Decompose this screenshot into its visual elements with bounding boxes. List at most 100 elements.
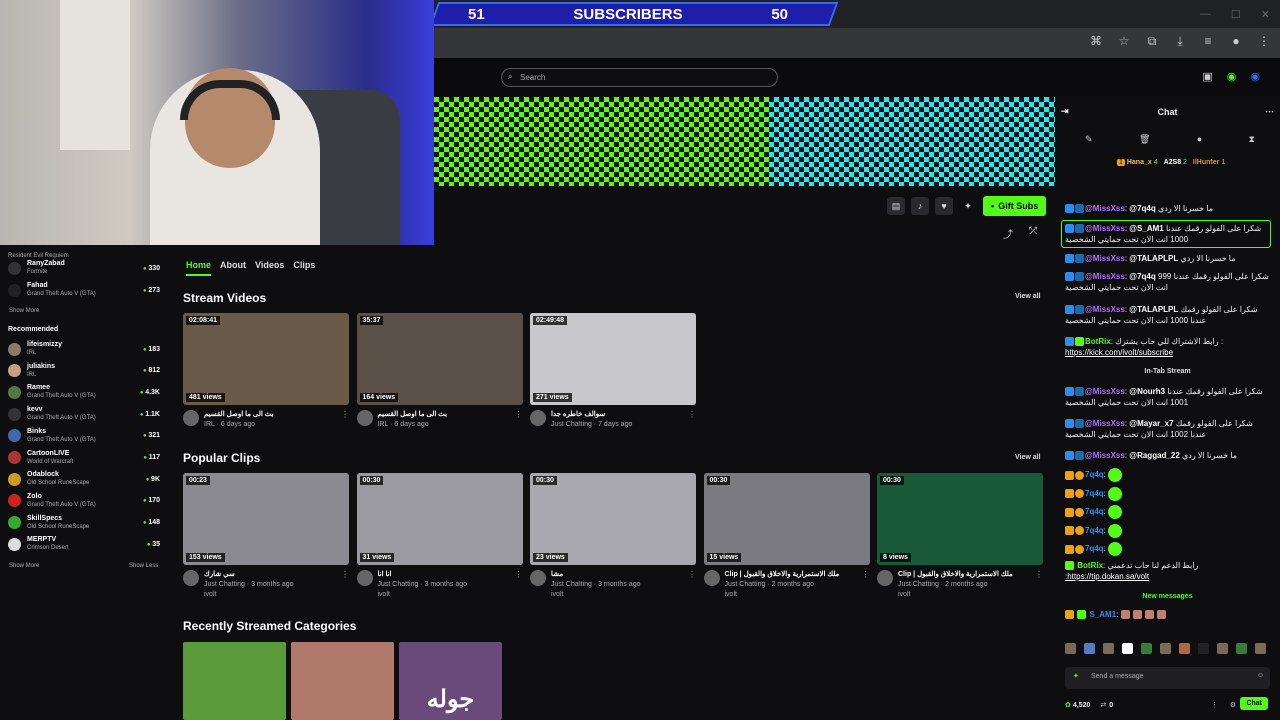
- video-thumbnail[interactable]: 02:08:41 481 views: [183, 313, 349, 405]
- chat-mention[interactable]: @Nourh3: [1129, 387, 1165, 396]
- emote-icon[interactable]: [1084, 643, 1095, 654]
- sidebar-item[interactable]: OdablockOld School RuneScape9K: [8, 469, 160, 489]
- heart-icon[interactable]: ♥: [935, 197, 953, 215]
- video-title[interactable]: بث الى ما اوصل القسيم: [204, 410, 341, 420]
- chat-username[interactable]: 7q4q: [1085, 507, 1104, 516]
- user-avatar[interactable]: ◉: [1250, 70, 1260, 83]
- chat-mention[interactable]: @7q4q: [1129, 204, 1155, 213]
- close-icon[interactable]: ✕: [1261, 8, 1270, 21]
- chat-mention[interactable]: @Mayar_x7: [1129, 419, 1173, 428]
- chat-username[interactable]: @MissXss: [1085, 224, 1125, 233]
- chat-username[interactable]: @MissXss: [1085, 451, 1125, 460]
- emote-icon[interactable]: [1179, 643, 1190, 654]
- video-category[interactable]: IRL: [204, 421, 215, 428]
- video-card[interactable]: 00:30 15 views Clip | ملك الاستمرارية والا…: [703, 473, 870, 600]
- channel-points[interactable]: 4,520: [1073, 702, 1091, 709]
- chat-username[interactable]: 7q4q: [1085, 526, 1104, 535]
- extensions-icon[interactable]: ⧉: [1144, 34, 1160, 49]
- video-thumbnail[interactable]: 00:30 15 views: [703, 473, 870, 565]
- clip-channel[interactable]: ivolt: [204, 590, 341, 600]
- emote-icon[interactable]: [1160, 643, 1171, 654]
- kebab-menu-icon[interactable]: ⋮: [688, 410, 696, 430]
- emote-icon[interactable]: [1141, 643, 1152, 654]
- chat-username[interactable]: @MissXss: [1085, 272, 1125, 281]
- avatar[interactable]: [877, 570, 893, 586]
- video-card[interactable]: 02:08:41 481 views بث الى ما اوصل القسيم IR…: [183, 313, 349, 430]
- media-icon[interactable]: ≡: [1200, 34, 1216, 49]
- translate-icon[interactable]: ⌘: [1088, 34, 1104, 49]
- chat-username[interactable]: BotRix: [1085, 337, 1111, 346]
- video-card[interactable]: 35:37 164 views بث الى ما اوصل القسيم IRL ·…: [356, 313, 523, 430]
- hourglass-icon[interactable]: ⧗: [1249, 134, 1255, 145]
- kebab-menu-icon[interactable]: ⋮: [515, 410, 523, 430]
- video-thumbnail[interactable]: 00:30 23 views: [530, 473, 696, 565]
- sidebar-item[interactable]: juliakinsIRL812: [8, 361, 160, 381]
- chat-mention[interactable]: @TALAPLPL: [1129, 305, 1178, 314]
- share-icon[interactable]: ⤴: [1003, 226, 1013, 241]
- chat-username[interactable]: 7q4q: [1085, 544, 1104, 553]
- chat-bubble-icon[interactable]: ●: [1197, 134, 1202, 145]
- sidebar-item[interactable]: lifeismizzy IRL 183: [8, 339, 160, 359]
- video-thumbnail[interactable]: 00:30 8 views: [877, 473, 1043, 565]
- avatar[interactable]: [530, 570, 546, 586]
- sidebar-item[interactable]: ZoloGrand Theft Auto V (GTA)170: [8, 491, 160, 511]
- video-card[interactable]: 02:49:48 271 views سوالف خاطره جدا Just Cha…: [530, 313, 696, 430]
- search-input[interactable]: ⌕ Search: [501, 68, 778, 87]
- view-all-clips-link[interactable]: View all: [1015, 454, 1041, 461]
- star-icon[interactable]: ☆: [1116, 34, 1132, 49]
- sidebar-item[interactable]: SkillSpecsOld School RuneScape148: [8, 513, 160, 533]
- tab-home[interactable]: Home: [186, 260, 212, 276]
- video-thumbnail[interactable]: 35:37 164 views: [356, 313, 523, 405]
- video-card[interactable]: 00:30 23 views مشا Just Chatting · 3 months…: [530, 473, 696, 600]
- sidebar-item[interactable]: BinksGrand Theft Auto V (GTA)321: [8, 426, 160, 446]
- emoji-icon[interactable]: ☺: [1257, 672, 1264, 679]
- chat-username[interactable]: @MissXss: [1085, 204, 1125, 213]
- video-card[interactable]: 00:30 31 views انا انا Just Chatting · 3 mo…: [356, 473, 523, 600]
- menu-icon[interactable]: ⋮: [1256, 34, 1272, 49]
- clip-icon[interactable]: ▤: [887, 197, 905, 215]
- emote-icon[interactable]: [1255, 643, 1266, 654]
- video-category[interactable]: Just Chatting: [725, 581, 766, 588]
- video-thumbnail[interactable]: 00:30 31 views: [356, 473, 523, 565]
- tab-about[interactable]: About: [220, 260, 246, 276]
- more-icon[interactable]: ⤱: [1029, 226, 1037, 241]
- emote-icon[interactable]: [1122, 643, 1133, 654]
- tab-videos[interactable]: Videos: [255, 260, 284, 276]
- category-card[interactable]: [291, 642, 394, 720]
- video-title[interactable]: انا انا: [378, 570, 515, 580]
- chat-link[interactable]: :https://tip.dokan.sa/volt: [1065, 572, 1149, 581]
- tab-clips[interactable]: Clips: [293, 260, 315, 276]
- video-category[interactable]: Just Chatting: [551, 421, 592, 428]
- chat-menu-icon[interactable]: ⋯: [1265, 106, 1274, 117]
- maximize-icon[interactable]: ☐: [1231, 8, 1241, 21]
- chat-mention[interactable]: @Raggad_22: [1129, 451, 1179, 460]
- video-thumbnail[interactable]: 02:49:48 271 views: [530, 313, 696, 405]
- chat-username[interactable]: @MissXss: [1085, 419, 1125, 428]
- emote-icon[interactable]: [1065, 643, 1076, 654]
- clip-channel[interactable]: ivolt: [551, 590, 688, 600]
- video-title[interactable]: Clip | ملك الاستمرارية والاخلاق والقبول: [725, 570, 862, 580]
- video-card[interactable]: 00:23 153 views سي شارك Just Chatting · 3 m…: [183, 473, 349, 600]
- kebab-menu-icon[interactable]: ⋮: [341, 410, 349, 430]
- category-card[interactable]: [183, 642, 286, 720]
- avatar[interactable]: [703, 570, 720, 586]
- new-messages-indicator[interactable]: New messages: [1065, 593, 1270, 600]
- sidebar-item[interactable]: CartoonLIVEWorld of Warcraft117: [8, 448, 160, 468]
- download-icon[interactable]: ⤓: [1172, 34, 1188, 49]
- avatar[interactable]: [356, 410, 373, 426]
- avatar[interactable]: [530, 410, 546, 426]
- kebab-menu-icon[interactable]: ⋮: [341, 570, 349, 600]
- view-all-videos-link[interactable]: View all: [1015, 293, 1041, 300]
- sidebar-item[interactable]: kevvGrand Theft Auto V (GTA)1.1K: [8, 404, 160, 424]
- video-category[interactable]: Just Chatting: [898, 581, 939, 588]
- emote-icon[interactable]: [1236, 643, 1247, 654]
- video-title[interactable]: بث الى ما اوصل القسيم: [378, 410, 515, 420]
- chat-username[interactable]: S_AM1: [1089, 610, 1116, 619]
- kebab-menu-icon[interactable]: ⋮: [688, 570, 696, 600]
- notifications-icon[interactable]: ▣: [1202, 70, 1212, 83]
- kick-icon[interactable]: ◉: [1227, 70, 1237, 83]
- trash-icon[interactable]: 🗑: [1139, 134, 1150, 145]
- video-title[interactable]: Clip | ملك الاستمرارية والاخلاق والقبول: [898, 570, 1035, 580]
- sidebar-item[interactable]: RanyZabad Fortnite 330: [8, 258, 160, 278]
- chat-input[interactable]: ✦ Send a message ☺: [1065, 667, 1270, 689]
